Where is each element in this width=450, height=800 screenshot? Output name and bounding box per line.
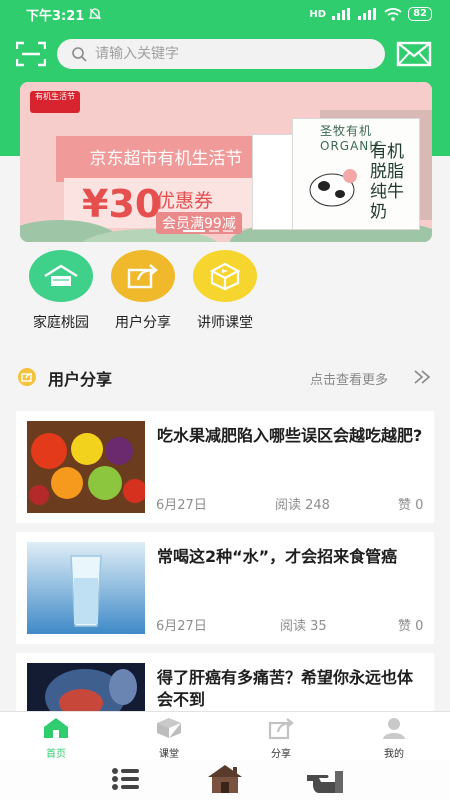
back-hand-icon[interactable] (305, 763, 345, 795)
quick-action-circle (29, 250, 93, 302)
quick-action-circle (193, 250, 257, 302)
tab-label: 课堂 (159, 749, 179, 760)
status-bar: 下午3:21 HD 82 (0, 0, 450, 28)
scan-icon[interactable] (16, 41, 46, 67)
article-card[interactable]: 常喝这2种“水”，才会招来食管癌 6月27日 阅读 35 赞 0 (16, 532, 434, 644)
see-more-link[interactable]: 点击查看更多 (310, 369, 388, 388)
share-icon (127, 264, 158, 289)
article-date: 6月27日 (156, 498, 207, 513)
classroom-icon (157, 718, 181, 738)
search-icon (72, 47, 87, 62)
banner-pagination (183, 230, 233, 232)
water-glass-image (27, 542, 145, 634)
status-icons: HD 82 (309, 7, 432, 21)
article-title: 常喝这2种“水”，才会招来食管癌 (157, 547, 398, 566)
share-small-icon (21, 373, 33, 382)
bottom-tab-bar: 首页 课堂 分享 我的 (0, 711, 450, 760)
double-chevron-right-icon[interactable] (412, 368, 432, 386)
play-box-icon (209, 262, 241, 291)
article-date: 6月27日 (156, 619, 207, 634)
search-bar[interactable] (57, 39, 385, 69)
quick-action-label: 用户分享 (115, 315, 171, 331)
signal-icon-2 (358, 8, 377, 20)
home-icon (44, 718, 68, 738)
user-icon (383, 718, 405, 739)
tab-profile[interactable]: 我的 (354, 716, 434, 760)
app-screen: 下午3:21 HD 82 请输入关键字 有机生活节 京东超市有机生活节 ¥30 … (0, 0, 450, 800)
house-icon (44, 264, 78, 286)
search-input[interactable] (95, 46, 345, 62)
tab-share[interactable]: 分享 (241, 716, 321, 760)
system-nav-bar (0, 759, 450, 800)
quick-action-class[interactable]: 讲师课堂 (185, 250, 265, 332)
article-card[interactable]: 吃水果减肥陷入哪些误区会越吃越肥? 6月27日 阅读 248 赞 0 (16, 411, 434, 523)
quick-action-circle (111, 250, 175, 302)
quick-action-label: 家庭桃园 (33, 315, 89, 331)
xray-image (27, 663, 145, 711)
article-title: 得了肝癌有多痛苦？希望你永远也体会不到 (157, 668, 414, 709)
battery-indicator: 82 (408, 7, 432, 21)
section-title: 用户分享 (48, 370, 113, 389)
article-card[interactable]: 得了肝癌有多痛苦？希望你永远也体会不到 (16, 653, 434, 711)
quick-action-home[interactable]: 家庭桃园 (21, 250, 101, 332)
top-bar (0, 36, 450, 72)
mail-icon[interactable] (396, 40, 432, 68)
article-likes: 赞 0 (398, 619, 424, 634)
article-reads: 阅读 35 (280, 619, 327, 634)
tab-home[interactable]: 首页 (16, 716, 96, 760)
cow-illustration (309, 169, 357, 207)
fruit-image (27, 421, 145, 513)
status-time: 下午3:21 (26, 8, 85, 24)
tab-label: 分享 (271, 749, 291, 760)
pagination-dot-active (183, 230, 205, 232)
quick-action-label: 讲师课堂 (197, 315, 253, 331)
menu-icon[interactable] (106, 763, 146, 795)
hd-label: HD (309, 8, 327, 20)
pagination-dot (209, 230, 219, 232)
banner-product: 有机脱脂纯牛奶 (370, 142, 404, 222)
tab-label: 首页 (46, 749, 66, 760)
section-header: 用户分享 点击查看更多 (0, 358, 450, 398)
signal-icon (332, 8, 351, 20)
alarm-off-icon (89, 8, 102, 20)
wifi-icon (384, 7, 402, 21)
section-icon (18, 368, 36, 386)
tab-label: 我的 (384, 749, 404, 760)
article-reads: 阅读 248 (275, 498, 330, 513)
coupon-name: 优惠券 (156, 190, 214, 212)
quick-action-share[interactable]: 用户分享 (103, 250, 183, 332)
coupon-price: ¥30 (82, 182, 162, 226)
article-likes: 赞 0 (398, 498, 424, 513)
banner-title: 京东超市有机生活节 (89, 149, 243, 169)
promo-banner[interactable]: 有机生活节 京东超市有机生活节 ¥30 优惠券 会员满99减 圣牧有机 ORGA… (20, 82, 432, 242)
home-house-icon[interactable] (205, 763, 245, 795)
banner-logo: 有机生活节 (30, 91, 80, 113)
pagination-dot (223, 230, 233, 232)
tab-classroom[interactable]: 课堂 (129, 716, 209, 760)
share-icon (268, 718, 294, 740)
article-title: 吃水果减肥陷入哪些误区会越吃越肥? (157, 426, 423, 445)
